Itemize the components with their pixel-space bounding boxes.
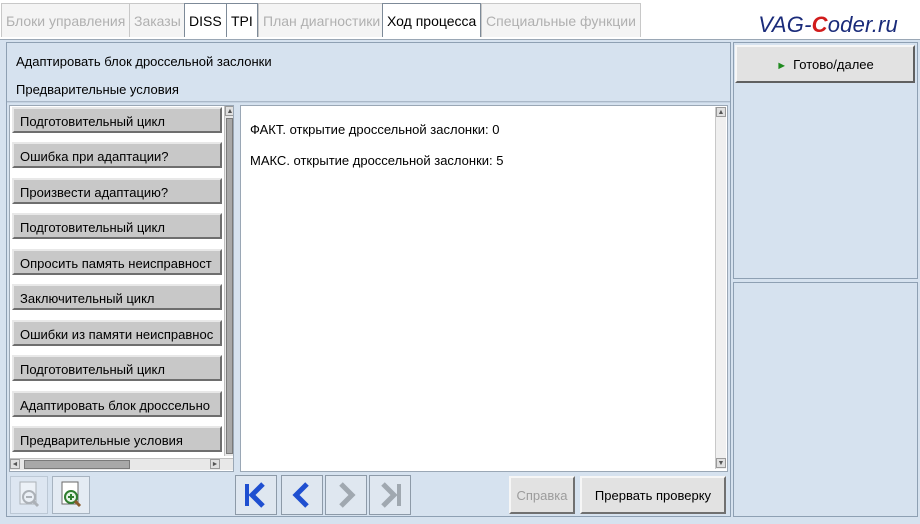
scroll-up-icon[interactable]: ▲ — [225, 106, 233, 116]
next-step-button[interactable] — [325, 475, 367, 515]
step-item[interactable]: Ошибка при адаптации? — [12, 142, 222, 168]
step-item[interactable]: Подготовительный цикл — [12, 107, 222, 133]
procedure-subtitle: Предварительные условия — [16, 82, 179, 97]
zoom-out-icon — [19, 481, 40, 508]
zoom-out-button[interactable] — [10, 476, 48, 514]
chevron-right-icon — [339, 482, 356, 508]
watermark-logo: VAG-Coder.ru — [758, 12, 898, 37]
step-item[interactable]: Заключительный цикл — [12, 284, 222, 310]
steps-vertical-scrollbar[interactable]: ▲ — [224, 106, 233, 456]
skip-last-icon — [381, 482, 401, 508]
scroll-down-icon[interactable]: ▼ — [716, 458, 726, 468]
step-item[interactable]: Опросить память неисправност — [12, 249, 222, 275]
done-next-label: Готово/далее — [793, 57, 874, 72]
scrollbar-thumb[interactable] — [24, 460, 130, 469]
steps-horizontal-scrollbar[interactable]: ◄ ► — [10, 458, 233, 470]
max-opening-value: МАКС. открытие дроссельной заслонки: 5 — [250, 153, 504, 168]
tab-tpi[interactable]: TPI — [226, 3, 258, 37]
header-divider — [7, 101, 730, 103]
first-step-button[interactable] — [235, 475, 277, 515]
measurement-panel: ФАКТ. открытие дроссельной заслонки: 0 М… — [240, 105, 728, 472]
help-button[interactable]: Справка — [509, 476, 575, 514]
actual-opening-value: ФАКТ. открытие дроссельной заслонки: 0 — [250, 122, 500, 137]
tab-diagnostic-plan[interactable]: План диагностики — [258, 3, 386, 37]
skip-first-icon — [245, 482, 265, 508]
done-next-button[interactable]: ► Готово/далее — [735, 45, 915, 83]
step-item[interactable]: Подготовительный цикл — [12, 213, 222, 239]
chevron-left-icon — [292, 482, 309, 508]
zoom-in-button[interactable] — [52, 476, 90, 514]
scroll-up-icon[interactable]: ▲ — [716, 107, 726, 117]
step-item[interactable]: Адаптировать блок дроссельно — [12, 391, 222, 417]
tab-diss[interactable]: DISS — [184, 3, 227, 37]
step-item[interactable]: Ошибки из памяти неисправнос — [12, 320, 222, 346]
content-vertical-scrollbar[interactable]: ▲ ▼ — [715, 107, 726, 469]
scroll-right-icon[interactable]: ► — [210, 459, 220, 469]
step-item[interactable]: Произвести адаптацию? — [12, 178, 222, 204]
tab-special-functions[interactable]: Специальные функции — [481, 3, 641, 37]
abort-test-button[interactable]: Прервать проверку — [580, 476, 726, 514]
procedure-title: Адаптировать блок дроссельной заслонки — [16, 54, 272, 69]
play-icon: ► — [776, 60, 788, 72]
info-panel — [733, 282, 918, 517]
steps-list: Подготовительный цикл Ошибка при адаптац… — [9, 105, 234, 472]
step-item[interactable]: Предварительные условия — [12, 426, 222, 452]
action-panel: ► Готово/далее — [733, 42, 918, 279]
scroll-left-icon[interactable]: ◄ — [10, 459, 20, 469]
tab-process[interactable]: Ход процесса — [382, 3, 482, 37]
previous-step-button[interactable] — [281, 475, 323, 515]
step-item[interactable]: Подготовительный цикл — [12, 355, 222, 381]
tab-bar: Блоки управления Заказы DISS TPI План ди… — [0, 0, 920, 40]
last-step-button[interactable] — [369, 475, 411, 515]
tab-orders[interactable]: Заказы — [129, 3, 186, 37]
main-panel: Адаптировать блок дроссельной заслонки П… — [6, 42, 731, 517]
tab-control-units[interactable]: Блоки управления — [1, 3, 131, 37]
zoom-in-icon — [61, 481, 82, 508]
scrollbar-thumb[interactable] — [226, 118, 233, 454]
